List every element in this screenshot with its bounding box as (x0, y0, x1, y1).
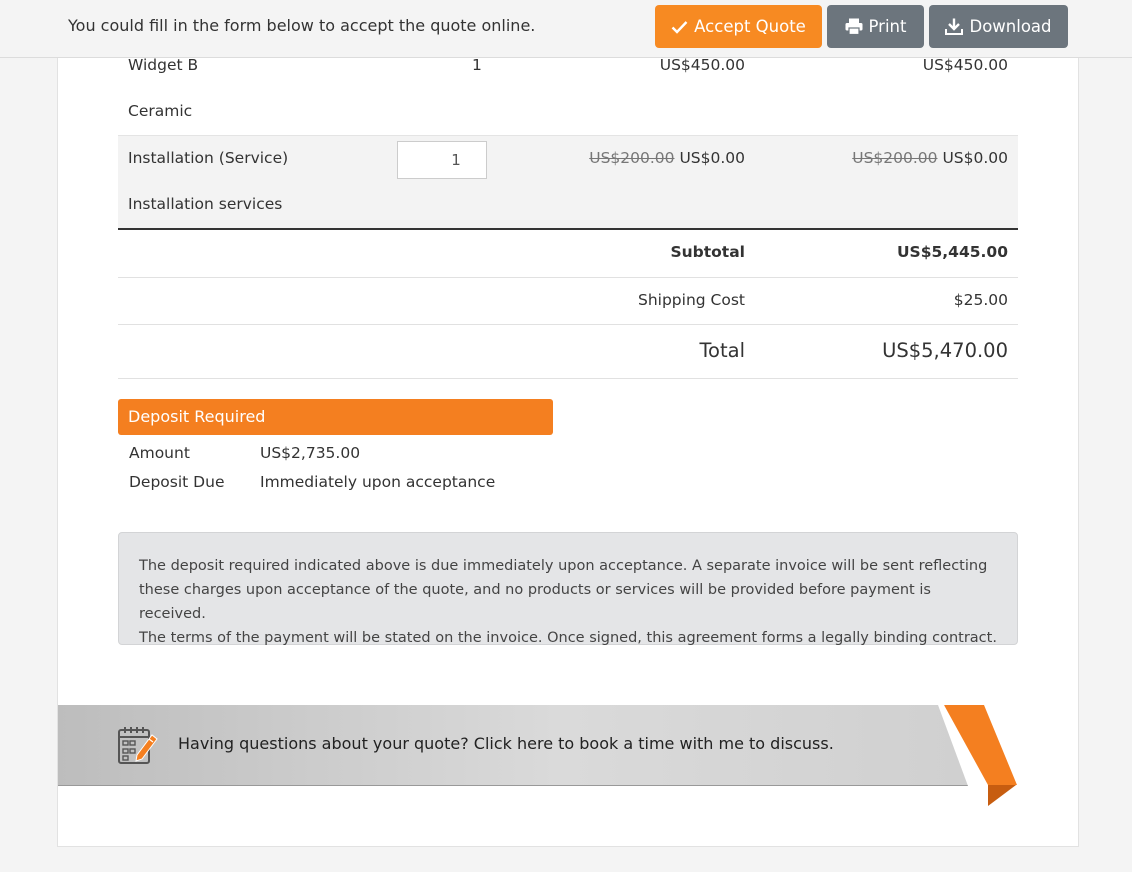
item-total: US$200.00 US$0.00 (820, 149, 1008, 167)
deposit-heading: Deposit Required (118, 399, 553, 435)
accept-quote-button[interactable]: Accept Quote (655, 5, 822, 48)
deposit-due-label: Deposit Due (129, 473, 225, 491)
calendar-edit-icon (118, 727, 158, 764)
row-divider (118, 324, 1018, 325)
printer-icon (845, 18, 863, 35)
discounted-unit-price: US$0.00 (679, 149, 745, 167)
download-button[interactable]: Download (929, 5, 1068, 48)
deposit-terms-note: The deposit required indicated above is … (118, 532, 1018, 646)
item-name: Installation (Service) (128, 149, 289, 167)
total-label: Total (699, 339, 745, 362)
download-icon (945, 18, 964, 35)
accept-quote-label: Accept Quote (694, 17, 806, 36)
totals-divider (118, 228, 1018, 230)
item-total: US$450.00 (922, 56, 1008, 74)
quantity-input[interactable]: 1 (397, 141, 487, 179)
print-button[interactable]: Print (827, 5, 924, 48)
total-value: US$5,470.00 (882, 339, 1008, 362)
ribbon-decoration (940, 705, 1017, 806)
item-description: Installation services (128, 195, 283, 213)
accept-quote-bar: You could fill in the form below to acce… (0, 0, 1132, 58)
accept-instructions: You could fill in the form below to acce… (68, 16, 536, 35)
deposit-amount-value: US$2,735.00 (260, 444, 361, 462)
quantity-value: 1 (451, 151, 461, 169)
download-label: Download (969, 17, 1052, 36)
deposit-due-value: Immediately upon acceptance (260, 473, 496, 491)
item-unit-price: US$450.00 (659, 56, 745, 74)
subtotal-label: Subtotal (670, 243, 745, 261)
item-unit-price: US$200.00 US$0.00 (560, 149, 745, 167)
original-total: US$200.00 (852, 149, 938, 167)
shipping-value: $25.00 (953, 291, 1008, 309)
original-unit-price: US$200.00 (589, 149, 675, 167)
row-divider (118, 378, 1018, 379)
item-name: Widget B (128, 56, 199, 74)
note-line: these charges upon acceptance of the quo… (139, 582, 931, 622)
checkmark-icon (671, 20, 688, 34)
note-line: The deposit required indicated above is … (139, 558, 988, 574)
discounted-total: US$0.00 (942, 149, 1008, 167)
item-qty: 1 (472, 56, 482, 74)
subtotal-value: US$5,445.00 (896, 243, 1008, 261)
shipping-label: Shipping Cost (637, 291, 745, 309)
book-meeting-link[interactable]: Having questions about your quote? Click… (178, 734, 834, 753)
print-label: Print (868, 17, 907, 36)
item-description: Ceramic (128, 102, 193, 120)
deposit-amount-label: Amount (129, 444, 190, 462)
note-line: The terms of the payment will be stated … (139, 630, 997, 646)
row-divider (118, 277, 1018, 278)
